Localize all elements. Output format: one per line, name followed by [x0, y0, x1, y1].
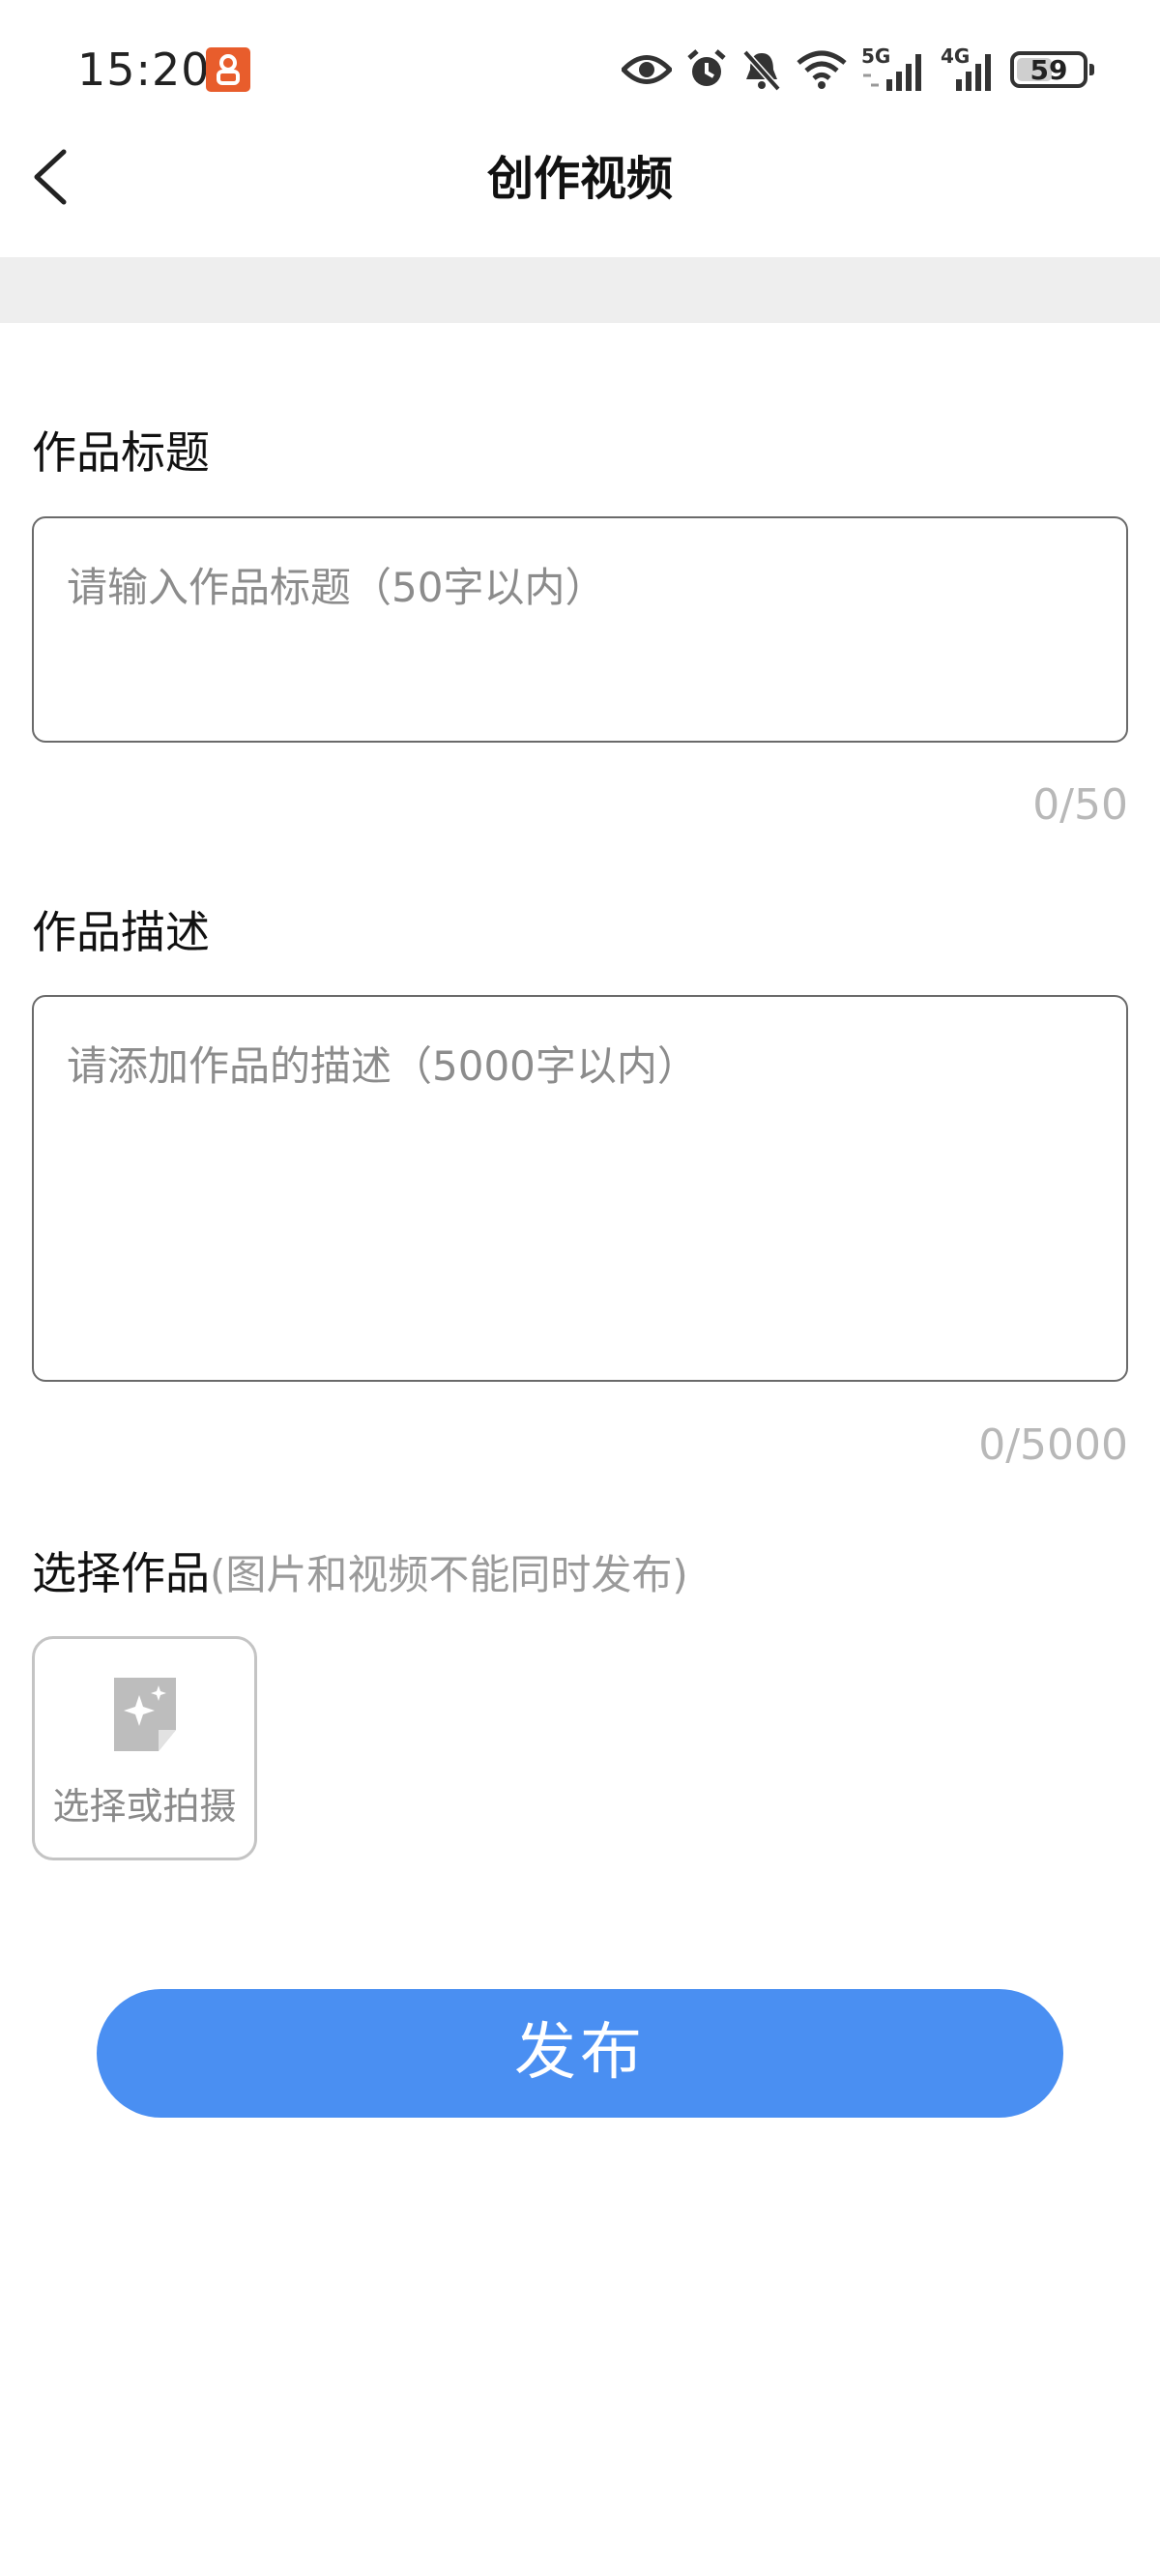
app-badge-icon	[206, 47, 250, 92]
media-hint: (图片和视频不能同时发布)	[210, 1551, 688, 1598]
wifi-icon	[796, 49, 848, 90]
muted-bell-icon	[741, 48, 782, 91]
status-time: 15:20	[77, 44, 211, 96]
nav-bar: 创作视频	[0, 140, 1160, 256]
page-title: 创作视频	[486, 152, 673, 206]
description-input[interactable]	[32, 995, 1128, 1382]
sparkle-note-icon	[110, 1674, 180, 1759]
title-counter: 0/50	[1032, 780, 1128, 830]
signal-5g-icon: 5G	[861, 46, 927, 93]
status-icons: 5G 4G 59	[622, 39, 1094, 101]
select-or-capture-button[interactable]: 选择或拍摄	[32, 1636, 257, 1860]
title-label: 作品标题	[32, 426, 210, 479]
section-divider	[0, 257, 1160, 323]
battery-percent: 59	[1030, 53, 1068, 86]
battery-icon: 59	[1010, 51, 1094, 88]
publish-button[interactable]: 发布	[97, 1989, 1063, 2118]
title-input[interactable]	[32, 516, 1128, 743]
eye-icon	[622, 53, 672, 86]
pick-label: 选择或拍摄	[52, 1785, 237, 1828]
alarm-icon	[685, 48, 728, 91]
description-label: 作品描述	[32, 906, 210, 958]
description-counter: 0/5000	[978, 1420, 1128, 1470]
signal-4g-icon: 4G	[941, 46, 997, 93]
status-bar: 15:20 5G 4G 59	[0, 0, 1160, 140]
media-label: 选择作品	[32, 1547, 210, 1599]
media-label-row: 选择作品(图片和视频不能同时发布)	[32, 1544, 688, 1604]
